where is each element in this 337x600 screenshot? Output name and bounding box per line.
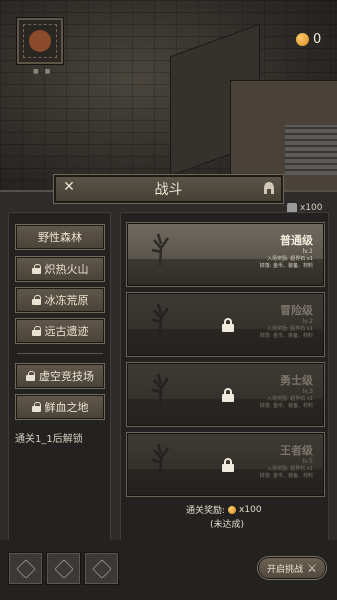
coin-icon <box>228 505 237 514</box>
player-avatar[interactable] <box>16 17 64 65</box>
difficulty-card-king[interactable]: 王者级 lv.5 入场奖励: 超界石 x1 掉落: 金币、装备、材料 <box>126 432 325 497</box>
difficulty-rewards: 入场奖励: 超界石 x1 掉落: 金币、装备、材料 <box>260 326 313 340</box>
drop-reward: 掉落: 金币、装备、材料 <box>259 473 313 479</box>
coin-counter: 0 <box>296 32 321 47</box>
entry-reward: 入场奖励: 超界石 x1 <box>266 466 313 472</box>
lock-icon <box>31 402 41 412</box>
lock-icon <box>31 264 41 274</box>
difficulty-level: lv.5 <box>302 458 313 465</box>
region-button-ancient-ruins[interactable]: 远古遗迹 <box>15 318 105 344</box>
ruin-roof <box>285 125 337 175</box>
clear-reward-amount: x100 <box>239 504 262 515</box>
clear-reward-status: (未达成) <box>210 520 245 530</box>
empty-slot-icon <box>53 558 74 579</box>
region-button-frozen-waste[interactable]: 冰冻荒原 <box>15 287 105 313</box>
region-label: 野性森林 <box>38 231 82 244</box>
start-challenge-label: 开启挑战 <box>267 564 304 575</box>
dead-tree-icon <box>151 233 170 266</box>
region-divider <box>17 353 103 354</box>
empty-slot-icon <box>91 558 112 579</box>
difficulty-name: 勇士级 <box>280 374 313 387</box>
difficulty-name: 王者级 <box>280 444 313 457</box>
panel-title-bar: 战斗 <box>53 174 284 204</box>
difficulty-card-normal[interactable]: 普通级 lv.1 入场奖励: 超界石 x1 掉落: 金币、装备、材料 <box>126 222 325 287</box>
difficulty-name: 冒险级 <box>280 304 313 317</box>
lock-icon <box>31 326 41 336</box>
drop-reward: 掉落: 金币、装备、材料 <box>259 263 313 269</box>
region-label: 虚空竞技场 <box>39 370 94 383</box>
drop-reward: 掉落: 金币、装备、材料 <box>259 403 313 409</box>
region-label: 远古遗迹 <box>44 325 89 338</box>
close-button[interactable]: ✕ <box>62 179 76 195</box>
skill-slot-2[interactable] <box>46 552 81 585</box>
region-label: 炽热火山 <box>44 263 89 276</box>
region-button-blood-land[interactable]: 鲜血之地 <box>15 394 105 420</box>
unlock-hint: 通关1_1后解锁 <box>15 434 83 445</box>
start-challenge-button[interactable]: 开启挑战 ⚔ <box>257 556 327 580</box>
entry-reward: 入场奖励: 超界石 x1 <box>266 326 313 332</box>
region-button-wild-forest[interactable]: 野性森林 <box>15 224 105 250</box>
difficulty-level: lv.3 <box>302 388 313 395</box>
drop-reward: 掉落: 金币、装备、材料 <box>259 333 313 339</box>
difficulty-card-warrior[interactable]: 勇士级 lv.3 入场奖励: 超界石 x1 掉落: 金币、装备、材料 <box>126 362 325 427</box>
lock-icon <box>31 295 41 305</box>
coin-icon <box>296 33 309 46</box>
helmet-icon[interactable] <box>262 180 276 196</box>
difficulty-level: lv.2 <box>302 318 313 325</box>
lock-icon <box>26 371 35 381</box>
crossed-swords-icon: ⚔ <box>307 561 317 575</box>
lock-icon <box>222 458 234 472</box>
region-label: 冰冻荒原 <box>44 294 89 307</box>
entry-reward: 入场奖励: 超界石 x1 <box>266 396 313 402</box>
skill-slot-1[interactable] <box>8 552 43 585</box>
clear-reward: 通关奖励: x100 <box>186 503 262 517</box>
difficulty-rewards: 入场奖励: 超界石 x1 掉落: 金币、装备、材料 <box>260 396 313 410</box>
difficulty-name: 普通级 <box>280 234 313 247</box>
difficulty-rewards: 入场奖励: 超界石 x1 掉落: 金币、装备、材料 <box>260 466 313 480</box>
avatar-indicator: ■ ■ <box>33 68 53 75</box>
difficulty-rewards: 入场奖励: 超界石 x1 掉落: 金币、装备、材料 <box>260 256 313 270</box>
coin-amount: 0 <box>313 32 322 47</box>
shield-icon <box>29 30 51 52</box>
page-title: 战斗 <box>154 182 183 198</box>
close-icon: ✕ <box>63 179 75 195</box>
clear-reward-label: 通关奖励: <box>186 506 226 516</box>
region-button-volcano[interactable]: 炽热火山 <box>15 256 105 282</box>
difficulty-card-adventure[interactable]: 冒险级 lv.2 入场奖励: 超界石 x1 掉落: 金币、装备、材料 <box>126 292 325 357</box>
region-button-void-arena[interactable]: 虚空竞技场 <box>15 363 105 389</box>
lock-icon <box>222 388 234 402</box>
difficulty-level: lv.1 <box>302 248 313 255</box>
region-label: 鲜血之地 <box>44 401 89 414</box>
lock-icon <box>222 318 234 332</box>
region-list: 野性森林 炽热火山 冰冻荒原 远古遗迹 虚空竞技场 鲜血之地 通关1_1后解锁 <box>8 212 111 557</box>
entry-reward: 入场奖励: 超界石 x1 <box>266 256 313 262</box>
empty-slot-icon <box>15 558 36 579</box>
skill-slot-3[interactable] <box>84 552 119 585</box>
